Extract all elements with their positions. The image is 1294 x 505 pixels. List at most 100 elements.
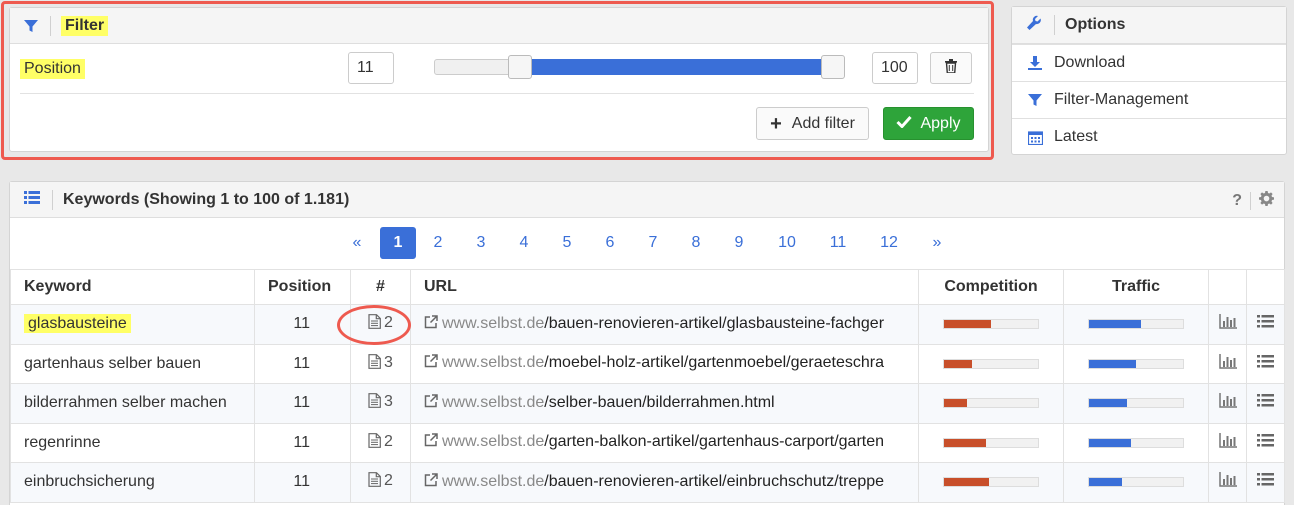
traffic-fill xyxy=(1089,399,1127,408)
document-icon xyxy=(368,432,381,453)
cell-position: 11 xyxy=(254,304,351,345)
cell-url[interactable]: www.selbst.de/garten-balkon-artikel/gart… xyxy=(410,422,919,463)
external-link-icon xyxy=(424,394,438,413)
pagination-page-5[interactable]: 5 xyxy=(552,227,582,259)
url-domain: www.selbst.de xyxy=(442,354,545,372)
gear-icon[interactable] xyxy=(1259,191,1274,211)
count-value: 2 xyxy=(384,432,393,450)
filter-min-input[interactable]: 11 xyxy=(348,52,394,84)
check-icon xyxy=(896,115,913,133)
cell-keyword: gartenhaus selber bauen xyxy=(10,343,255,384)
traffic-bar xyxy=(1088,437,1184,448)
add-filter-button[interactable]: + Add filter xyxy=(756,107,869,140)
keywords-title: Keywords (Showing 1 to 100 of 1.181) xyxy=(63,190,350,208)
table-row: glasbausteine 11 2 www.selbst.de/bauen-r… xyxy=(10,304,1285,345)
tools-divider xyxy=(1250,192,1251,210)
cell-position: 11 xyxy=(254,462,351,503)
col-keyword[interactable]: Keyword xyxy=(10,269,255,305)
download-icon xyxy=(1026,55,1044,71)
cell-keyword: bilderrahmen selber machen xyxy=(10,383,255,424)
option-download[interactable]: Download xyxy=(1012,44,1286,81)
option-filter-management[interactable]: Filter-Management xyxy=(1012,81,1286,118)
cell-traffic xyxy=(1063,343,1209,384)
cell-details[interactable] xyxy=(1246,343,1285,384)
cell-url[interactable]: www.selbst.de/bauen-renovieren-artikel/e… xyxy=(410,462,919,503)
pagination: «1 2 3 4 5 6 7 8 9 10 11 12» xyxy=(10,227,1284,259)
cell-details[interactable] xyxy=(1246,462,1285,503)
list-icon xyxy=(24,190,40,209)
url-path: /garten-balkon-artikel/gartenhaus-carpor… xyxy=(544,433,885,451)
bar-chart-icon[interactable] xyxy=(1218,472,1237,491)
bar-chart-icon[interactable] xyxy=(1218,314,1237,333)
col-hash[interactable]: # xyxy=(350,269,411,305)
pagination-page-12[interactable]: 12 xyxy=(869,227,909,259)
bar-chart-icon[interactable] xyxy=(1218,393,1237,412)
competition-bar xyxy=(943,319,1039,330)
cell-details[interactable] xyxy=(1246,383,1285,424)
col-traffic[interactable]: Traffic xyxy=(1063,269,1209,305)
options-panel: Options Download Filter-Management Lates… xyxy=(1011,6,1287,155)
pagination-page-1[interactable]: 1 xyxy=(380,227,416,259)
list-details-icon[interactable] xyxy=(1257,433,1274,451)
list-details-icon[interactable] xyxy=(1257,354,1274,372)
cell-chart[interactable] xyxy=(1208,383,1247,424)
position-slider[interactable] xyxy=(434,55,845,79)
col-url[interactable]: URL xyxy=(410,269,919,305)
url-path: /selber-bauen/bilderrahmen.html xyxy=(544,393,775,411)
cell-details[interactable] xyxy=(1246,304,1285,345)
cell-competition xyxy=(918,383,1064,424)
cell-traffic xyxy=(1063,383,1209,424)
cell-keyword: einbruchsicherung xyxy=(10,462,255,503)
competition-bar xyxy=(943,477,1039,488)
cell-chart[interactable] xyxy=(1208,462,1247,503)
help-icon[interactable]: ? xyxy=(1232,192,1242,210)
pagination-page-7[interactable]: 7 xyxy=(638,227,668,259)
pagination-page-10[interactable]: 10 xyxy=(767,227,807,259)
cell-chart[interactable] xyxy=(1208,422,1247,463)
cell-url[interactable]: www.selbst.de/selber-bauen/bilderrahmen.… xyxy=(410,383,919,424)
cell-count[interactable]: 2 xyxy=(350,304,411,345)
col-position[interactable]: Position xyxy=(254,269,351,305)
filter-max-input[interactable]: 100 xyxy=(872,52,918,84)
cell-count[interactable]: 3 xyxy=(350,383,411,424)
pagination-page-4[interactable]: 4 xyxy=(509,227,539,259)
pagination-page-3[interactable]: 3 xyxy=(466,227,496,259)
external-link-icon xyxy=(424,315,438,334)
col-competition[interactable]: Competition xyxy=(918,269,1064,305)
pagination-page-9[interactable]: 9 xyxy=(724,227,754,259)
bar-chart-icon[interactable] xyxy=(1218,432,1237,452)
filter-icon xyxy=(24,19,38,33)
competition-fill xyxy=(944,320,991,329)
list-details-icon[interactable] xyxy=(1257,315,1274,332)
cell-count[interactable]: 3 xyxy=(350,343,411,384)
cell-url[interactable]: www.selbst.de/bauen-renovieren-artikel/g… xyxy=(410,304,919,345)
cell-chart[interactable] xyxy=(1208,304,1247,345)
delete-filter-button[interactable] xyxy=(930,52,972,84)
cell-url[interactable]: www.selbst.de/moebel-holz-artikel/garten… xyxy=(410,343,919,384)
pagination-next[interactable]: » xyxy=(925,227,949,259)
pagination-prev[interactable]: « xyxy=(345,227,369,259)
cell-traffic xyxy=(1063,304,1209,345)
slider-handle-min[interactable] xyxy=(508,55,533,79)
apply-button[interactable]: Apply xyxy=(883,107,974,140)
pagination-page-8[interactable]: 8 xyxy=(681,227,711,259)
competition-fill xyxy=(944,399,967,408)
traffic-fill xyxy=(1089,478,1122,487)
pagination-page-2[interactable]: 2 xyxy=(423,227,453,259)
slider-handle-max[interactable] xyxy=(821,55,845,79)
url-path: /moebel-holz-artikel/gartenmoebel/geraet… xyxy=(544,354,884,372)
external-link-icon xyxy=(424,354,438,373)
list-details-icon[interactable] xyxy=(1257,473,1274,490)
pagination-page-11[interactable]: 11 xyxy=(818,227,858,259)
external-link-icon xyxy=(424,433,438,452)
option-latest[interactable]: Latest xyxy=(1012,118,1286,155)
cell-count[interactable]: 2 xyxy=(350,462,411,503)
pagination-page-6[interactable]: 6 xyxy=(595,227,625,259)
list-details-icon[interactable] xyxy=(1257,394,1274,411)
bar-chart-icon[interactable] xyxy=(1218,353,1237,373)
cell-keyword: glasbausteine xyxy=(10,304,255,345)
keyword-text: glasbausteine xyxy=(24,314,131,334)
cell-details[interactable] xyxy=(1246,422,1285,463)
cell-count[interactable]: 2 xyxy=(350,422,411,463)
cell-chart[interactable] xyxy=(1208,343,1247,384)
